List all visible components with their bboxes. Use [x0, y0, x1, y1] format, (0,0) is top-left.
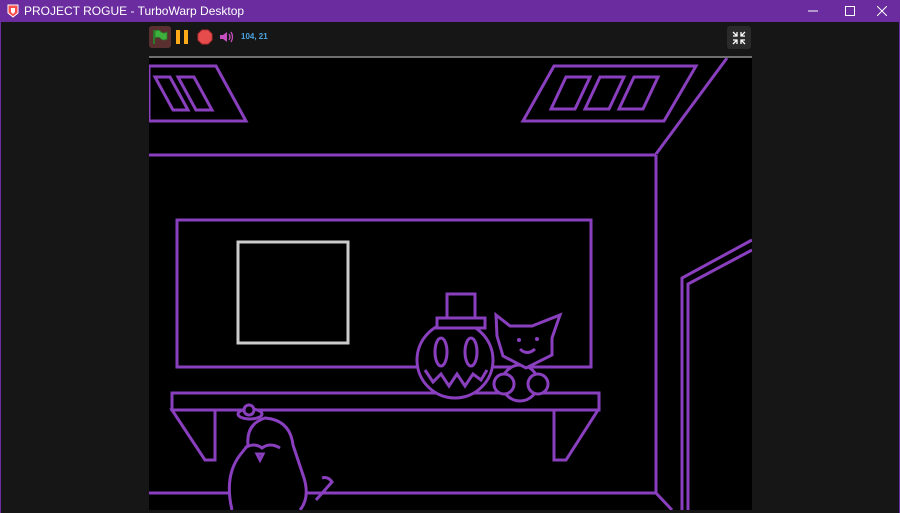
exit-fullscreen-button[interactable]	[727, 26, 751, 49]
tophat-plush-icon[interactable]	[415, 292, 495, 400]
close-icon	[877, 6, 887, 16]
ceiling-vent-icon	[520, 64, 699, 123]
title-bar: PROJECT ROGUE - TurboWarp Desktop	[0, 0, 900, 22]
maximize-button[interactable]	[832, 0, 868, 22]
mouse-coordinates: 104, 21	[241, 32, 268, 41]
stop-button[interactable]	[197, 29, 213, 45]
minimize-button[interactable]	[795, 0, 831, 22]
maximize-icon	[845, 6, 855, 16]
window-border-left	[0, 22, 1, 513]
volume-button[interactable]	[219, 30, 235, 44]
player-controls: 104, 21	[149, 25, 752, 51]
stop-icon	[197, 29, 213, 45]
volume-icon	[220, 31, 234, 43]
ceiling-vent-icon	[149, 64, 249, 123]
exit-fullscreen-icon	[732, 31, 746, 44]
minimize-icon	[808, 10, 818, 12]
green-flag-button[interactable]	[149, 26, 171, 48]
wall-frame-icon	[149, 58, 729, 510]
game-stage[interactable]	[149, 56, 752, 510]
cat-plush-icon[interactable]	[492, 311, 563, 403]
close-button[interactable]	[864, 0, 900, 22]
turbowarp-logo-icon	[7, 4, 19, 18]
pause-button[interactable]	[174, 29, 190, 45]
shelf-icon	[169, 391, 601, 462]
doorway-icon	[680, 238, 752, 510]
window-title: PROJECT ROGUE - TurboWarp Desktop	[24, 4, 245, 18]
pause-icon	[176, 30, 188, 44]
green-flag-icon	[153, 29, 168, 44]
window-icon[interactable]	[236, 240, 350, 345]
